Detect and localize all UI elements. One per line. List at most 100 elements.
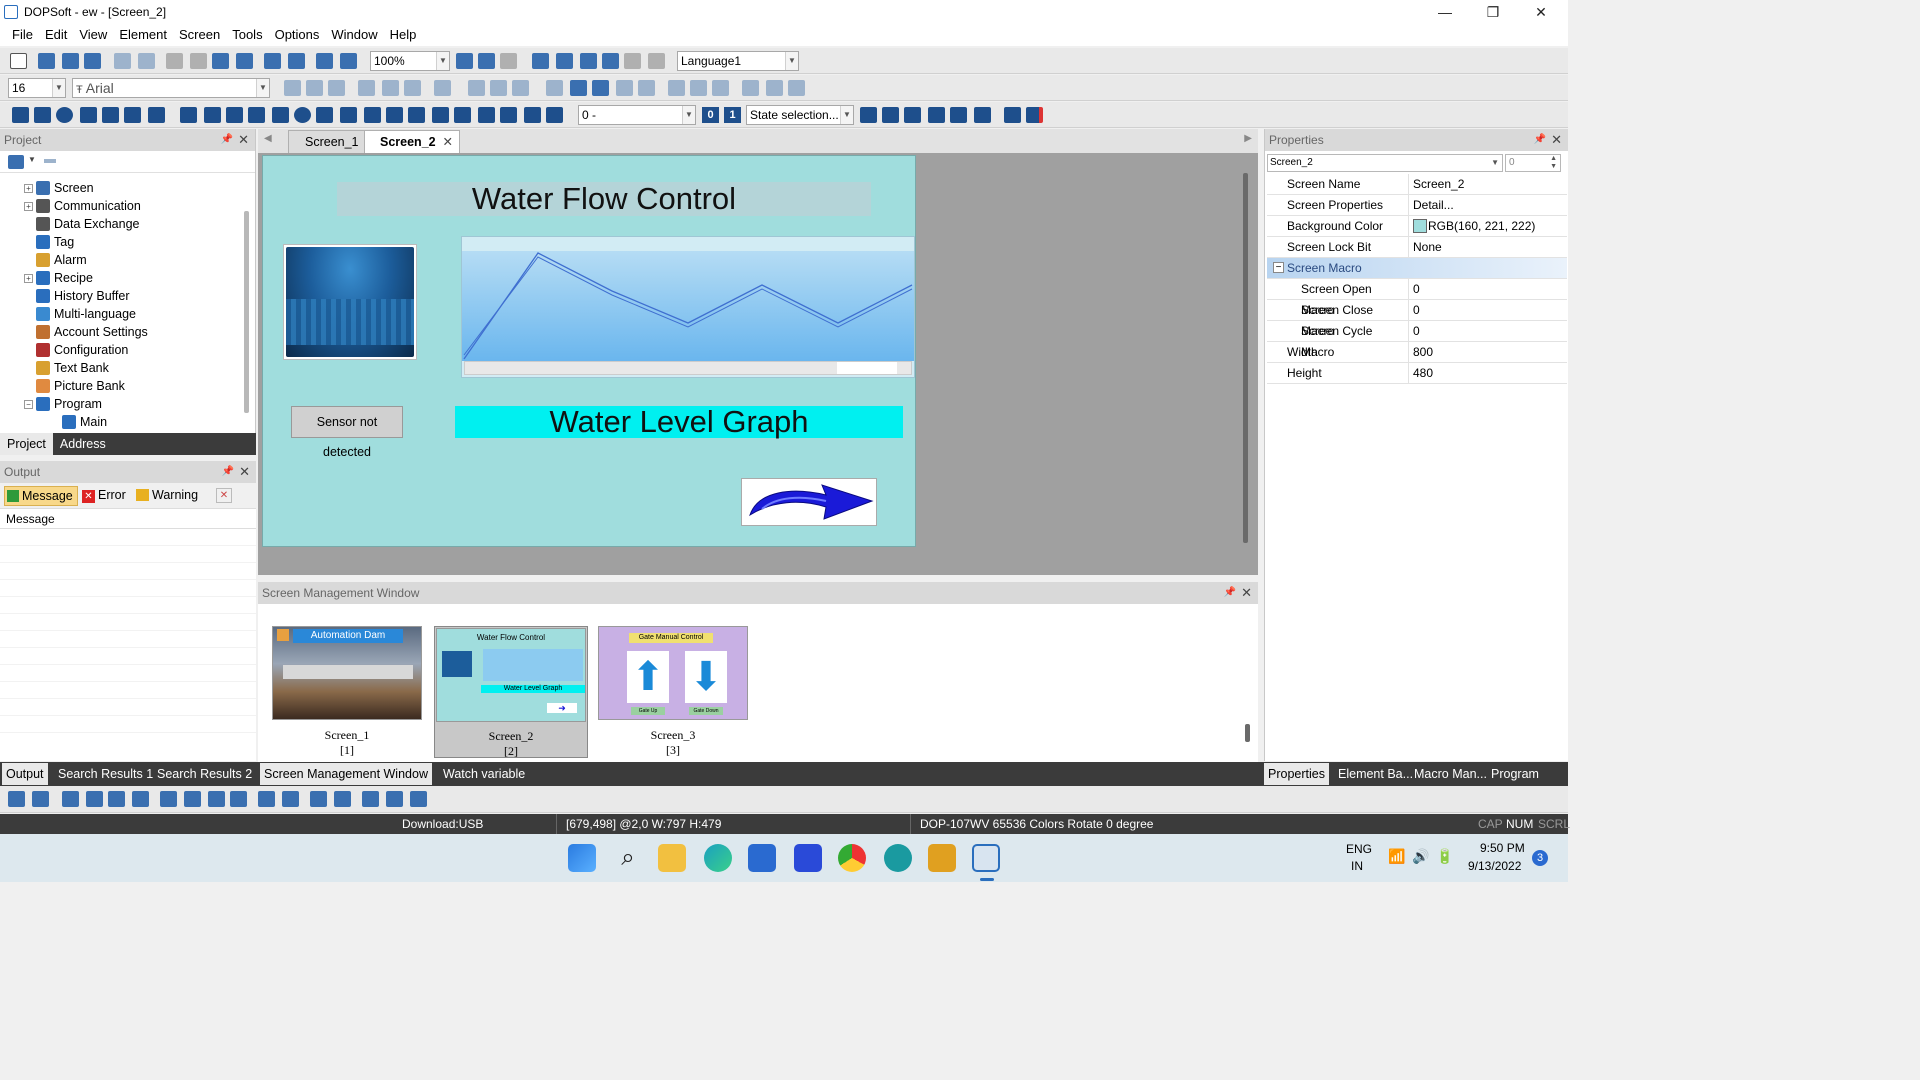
find-icon[interactable] [236, 53, 253, 69]
tree-item-text-bank[interactable]: Text Bank [24, 359, 109, 377]
text-align-top-icon[interactable] [358, 80, 375, 96]
wifi-icon[interactable]: 📶 [1388, 848, 1405, 865]
screen-prev-icon[interactable] [860, 107, 877, 123]
prop-row-screen-close-macro[interactable]: Screen Close Macro 0 [1267, 300, 1567, 338]
scroll-left-icon[interactable]: ◀ [264, 133, 272, 144]
notification-badge[interactable]: 3 [1532, 850, 1548, 866]
tab-address[interactable]: Address [53, 433, 113, 455]
tab-screen-1[interactable]: Screen_1 [288, 130, 376, 153]
align-middle-icon[interactable] [668, 80, 685, 96]
tab-program-explorer[interactable]: Program ex... [1487, 763, 1568, 803]
dopsoft-icon[interactable] [972, 844, 1000, 872]
scale-tool-icon[interactable] [124, 107, 141, 123]
tree-item-picture-bank[interactable]: Picture Bank [24, 377, 125, 395]
deselect-icon[interactable] [32, 791, 49, 807]
pin-icon[interactable]: 📌 [221, 129, 233, 151]
text-align-bottom-icon[interactable] [404, 80, 421, 96]
message-filter-button[interactable]: Message [4, 486, 78, 506]
align-top-icon[interactable] [638, 80, 655, 96]
pin-icon[interactable]: 📌 [1534, 129, 1546, 151]
package-icon[interactable] [928, 844, 956, 872]
property-tool-icon[interactable] [524, 107, 541, 123]
grid-tool-icon[interactable] [478, 107, 495, 123]
bring-front-icon[interactable] [62, 791, 79, 807]
menu-edit[interactable]: Edit [39, 24, 73, 46]
grid-dots-icon[interactable] [928, 107, 945, 123]
menu-screen[interactable]: Screen [173, 24, 226, 46]
tree-item-account-settings[interactable]: Account Settings [24, 323, 148, 341]
close-icon[interactable]: ✕ [443, 131, 453, 154]
download-tool-icon[interactable] [500, 107, 517, 123]
meter-tool-icon[interactable] [204, 107, 221, 123]
pipe-tool-icon[interactable] [248, 107, 265, 123]
tree-item-communication[interactable]: + Communication [24, 197, 141, 215]
graph-scroll-thumb[interactable] [837, 362, 897, 374]
table-tool-icon[interactable] [148, 107, 165, 123]
chevron-down-icon[interactable]: ▼ [28, 155, 36, 164]
cut-icon[interactable] [166, 53, 183, 69]
zoom-fit-icon[interactable] [500, 53, 517, 69]
line-color-icon[interactable] [546, 80, 563, 96]
state-value-combo[interactable]: 0 - ▼ [578, 105, 696, 125]
compile-icon[interactable] [340, 53, 357, 69]
font-size-combo[interactable]: 16 ▼ [8, 78, 66, 98]
zoom-combo[interactable]: 100% ▼ [370, 51, 450, 71]
tree-item-configuration[interactable]: Configuration [24, 341, 128, 359]
redo-icon[interactable] [138, 53, 155, 69]
tab-screen-management[interactable]: Screen Management Window [260, 763, 432, 785]
button-tool-icon[interactable] [180, 107, 197, 123]
screen-mgmt-scrollbar[interactable] [1245, 724, 1250, 742]
title-label-box[interactable]: Water Flow Control [337, 182, 871, 216]
tree-item-screen[interactable]: + Screen [24, 179, 94, 197]
print-icon[interactable] [316, 53, 333, 69]
italic-icon[interactable] [490, 80, 507, 96]
align-center-icon[interactable] [184, 791, 201, 807]
menu-view[interactable]: View [73, 24, 113, 46]
search-icon[interactable]: ⌕ [614, 844, 642, 872]
numeric-input-icon[interactable] [364, 107, 381, 123]
menu-file[interactable]: File [6, 24, 39, 46]
align-top-icon[interactable] [230, 791, 247, 807]
close-icon[interactable]: ✕ [1241, 582, 1252, 604]
curve-tool-icon[interactable] [386, 107, 403, 123]
text-tool-icon[interactable] [102, 107, 119, 123]
lang-secondary[interactable]: IN [1351, 859, 1363, 873]
warning-filter-button[interactable]: Warning [136, 486, 198, 506]
menu-help[interactable]: Help [384, 24, 423, 46]
arduino-icon[interactable] [884, 844, 912, 872]
character-display-icon[interactable] [340, 107, 357, 123]
tab-screen-2[interactable]: Screen_2 ✕ [364, 130, 460, 153]
screen-thumb-1[interactable]: Automation Dam Screen_1 [1] [270, 626, 424, 757]
close-icon[interactable]: ✕ [239, 461, 250, 483]
prop-row-screen-properties[interactable]: Screen Properties Detail... [1267, 195, 1567, 216]
tab-macro-manager[interactable]: Macro Man... [1410, 763, 1491, 785]
rotate-cw-icon[interactable] [532, 53, 549, 69]
font-color-icon[interactable] [434, 80, 451, 96]
zoom-in-icon[interactable] [456, 53, 473, 69]
bold-icon[interactable] [468, 80, 485, 96]
tab-watch-variable[interactable]: Watch variable [439, 763, 529, 785]
state-0-button[interactable]: 0 [702, 107, 719, 123]
collapse-icon[interactable] [44, 159, 56, 163]
prop-row-screen-cycle-macro[interactable]: Screen Cycle Macro 0 [1267, 321, 1567, 359]
state-selection-combo[interactable]: State selection... ▼ [746, 105, 854, 125]
pin-icon[interactable]: 📌 [1224, 582, 1236, 604]
app-icon[interactable] [794, 844, 822, 872]
arc-tool-icon[interactable] [80, 107, 97, 123]
graph-label[interactable]: Water Level Graph [455, 406, 903, 438]
bring-forward-icon[interactable] [108, 791, 125, 807]
text-shrink-icon[interactable] [328, 80, 345, 96]
tree-item-main[interactable]: Main [50, 413, 107, 431]
screen-thumb-2[interactable]: Water Flow Control Water Level Graph ➜ S… [434, 626, 588, 758]
trend-tool-icon[interactable] [408, 107, 425, 123]
text-fit-icon[interactable] [306, 80, 323, 96]
space-v-icon[interactable] [386, 791, 403, 807]
tree-item-alarm[interactable]: Alarm [24, 251, 87, 269]
edge-icon[interactable] [704, 844, 732, 872]
tab-element-bank[interactable]: Element Ba... [1334, 763, 1417, 785]
project-view-icon[interactable] [8, 155, 24, 169]
open-folder-icon[interactable] [38, 53, 55, 69]
font-name-combo[interactable]: Ŧ Arial ▼ [72, 78, 270, 98]
distribute-h-icon[interactable] [258, 791, 275, 807]
menu-tools[interactable]: Tools [226, 24, 268, 46]
